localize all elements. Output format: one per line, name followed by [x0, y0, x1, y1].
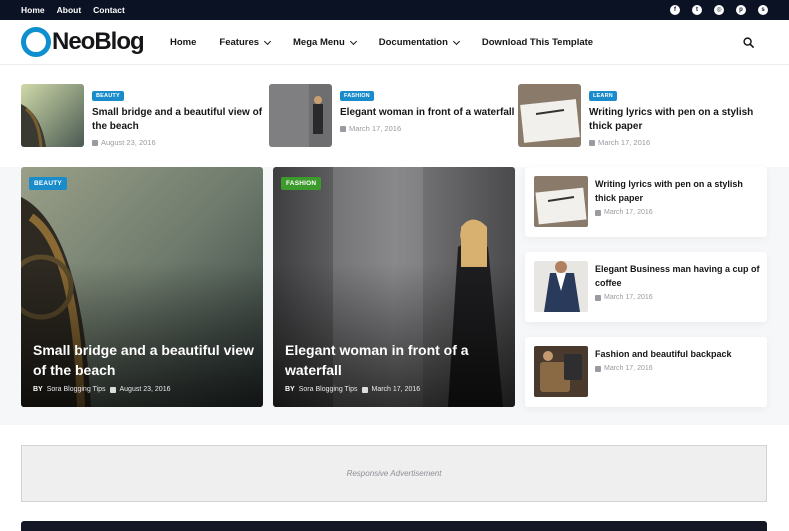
- post-thumbnail[interactable]: [518, 84, 581, 147]
- category-badge[interactable]: FASHION: [340, 91, 374, 101]
- post-author[interactable]: Sora Blogging Tips: [299, 386, 358, 393]
- nav-documentation-label: Documentation: [378, 37, 448, 48]
- post-thumbnail[interactable]: [534, 261, 588, 312]
- post-meta: BY Sora Blogging Tips August 23, 2016: [33, 386, 171, 393]
- calendar-icon: [92, 139, 98, 146]
- calendar-icon: [595, 294, 601, 301]
- post-title[interactable]: Small bridge and a beautiful view of the…: [92, 106, 267, 134]
- post-date: March 17, 2016: [595, 209, 653, 216]
- post-date: March 17, 2016: [595, 294, 653, 301]
- skype-icon[interactable]: s: [758, 5, 768, 15]
- nav-features[interactable]: Features: [219, 37, 272, 48]
- logo-ring-icon: [21, 27, 51, 57]
- category-badge[interactable]: BEAUTY: [92, 91, 124, 101]
- nav-mega-menu[interactable]: Mega Menu: [293, 37, 357, 48]
- side-post-title[interactable]: Elegant Business man having a cup of cof…: [595, 262, 760, 290]
- featured-post-title[interactable]: Elegant woman in front of a waterfall: [285, 340, 507, 380]
- nav-features-label: Features: [219, 37, 260, 48]
- chevron-down-icon: [263, 37, 272, 45]
- post-date-text: March 17, 2016: [604, 294, 653, 301]
- advertisement-box[interactable]: Responsive Advertisement: [21, 445, 767, 502]
- nav-download-label: Download This Template: [481, 37, 594, 48]
- calendar-icon: [589, 139, 595, 146]
- social-links: f t ◎ p s: [670, 0, 768, 20]
- by-label: BY: [285, 386, 295, 393]
- post-thumbnail[interactable]: [534, 176, 588, 227]
- post-date: August 23, 2016: [92, 138, 267, 147]
- post-date-text: August 23, 2016: [119, 386, 171, 393]
- site-header: NeoBlog Home Features Mega Menu Document…: [0, 20, 789, 65]
- search-icon[interactable]: [743, 37, 754, 48]
- post-title[interactable]: Elegant woman in front of a waterfall: [340, 106, 515, 120]
- calendar-icon: [595, 209, 601, 216]
- post-author[interactable]: Sora Blogging Tips: [47, 386, 106, 393]
- category-badge[interactable]: LEARN: [589, 91, 617, 101]
- chevron-down-icon: [349, 37, 357, 45]
- featured-post-title[interactable]: Small bridge and a beautiful view of the…: [33, 340, 255, 380]
- main-nav: Home Features Mega Menu Documentation Do…: [170, 20, 616, 65]
- nav-download[interactable]: Download This Template: [482, 37, 593, 48]
- bottom-section-bar: [21, 521, 767, 531]
- recent-posts-ticker: BEAUTY Small bridge and a beautiful view…: [0, 66, 789, 167]
- calendar-icon: [109, 386, 116, 393]
- side-post[interactable]: Fashion and beautiful backpack March 17,…: [525, 337, 767, 407]
- post-title[interactable]: Writing lyrics with pen on a stylish thi…: [589, 106, 764, 134]
- side-post[interactable]: Elegant Business man having a cup of cof…: [525, 252, 767, 322]
- nav-home[interactable]: Home: [170, 37, 196, 48]
- post-thumbnail[interactable]: [269, 84, 332, 147]
- calendar-icon: [340, 125, 346, 132]
- post-date-text: August 23, 2016: [101, 138, 156, 147]
- post-meta: BY Sora Blogging Tips March 17, 2016: [285, 386, 420, 393]
- featured-post[interactable]: BEAUTY Small bridge and a beautiful view…: [21, 167, 263, 407]
- site-logo[interactable]: NeoBlog: [21, 27, 145, 57]
- post-date: March 17, 2016: [340, 124, 515, 133]
- nav-documentation[interactable]: Documentation: [378, 37, 460, 48]
- top-link-about[interactable]: About: [57, 5, 82, 15]
- side-post[interactable]: Writing lyrics with pen on a stylish thi…: [525, 167, 767, 237]
- side-post-title[interactable]: Fashion and beautiful backpack: [595, 347, 760, 361]
- post-date-text: March 17, 2016: [371, 386, 421, 393]
- post-date-text: March 17, 2016: [604, 209, 653, 216]
- category-badge[interactable]: BEAUTY: [29, 177, 67, 190]
- top-link-contact[interactable]: Contact: [93, 5, 125, 15]
- post-thumbnail[interactable]: [534, 346, 588, 397]
- twitter-icon[interactable]: t: [692, 5, 702, 15]
- logo-text: NeoBlog: [52, 28, 145, 55]
- side-post-title[interactable]: Writing lyrics with pen on a stylish thi…: [595, 177, 760, 205]
- post-date-text: March 17, 2016: [604, 365, 653, 372]
- post-thumbnail[interactable]: [21, 84, 84, 147]
- featured-post[interactable]: FASHION Elegant woman in front of a wate…: [273, 167, 515, 407]
- chevron-down-icon: [452, 37, 460, 45]
- post-date: March 17, 2016: [589, 138, 764, 147]
- post-date: March 17, 2016: [595, 365, 653, 372]
- advertisement-label: Responsive Advertisement: [346, 469, 442, 478]
- nav-mega-menu-label: Mega Menu: [293, 37, 345, 48]
- pinterest-icon[interactable]: p: [736, 5, 746, 15]
- by-label: BY: [33, 386, 43, 393]
- top-link-home[interactable]: Home: [21, 5, 45, 15]
- post-date-text: March 17, 2016: [349, 124, 402, 133]
- category-badge[interactable]: FASHION: [281, 177, 322, 190]
- top-bar: Home About Contact f t ◎ p s: [0, 0, 789, 20]
- top-links: Home About Contact: [21, 0, 125, 20]
- post-date-text: March 17, 2016: [598, 138, 651, 147]
- calendar-icon: [595, 365, 601, 372]
- calendar-icon: [361, 386, 368, 393]
- nav-home-label: Home: [170, 37, 197, 48]
- instagram-icon[interactable]: ◎: [714, 5, 724, 15]
- facebook-icon[interactable]: f: [670, 5, 680, 15]
